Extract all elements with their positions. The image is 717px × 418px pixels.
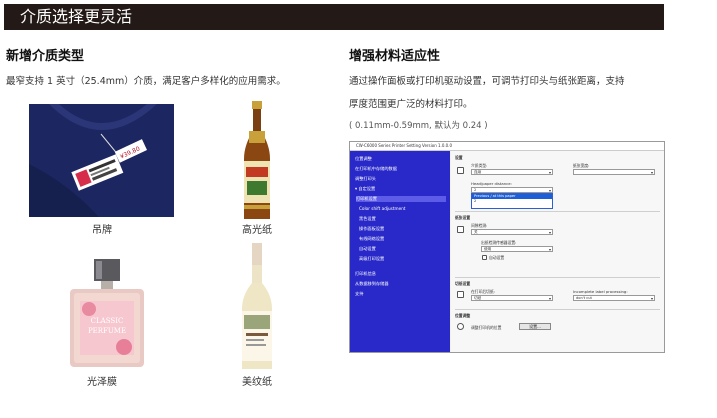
section-cut: 切纸设置 (455, 281, 471, 286)
sidebar-item-move-data[interactable]: 从数据移到存储器 (355, 281, 389, 287)
sidebar-item-position[interactable]: 位置调整 (355, 156, 372, 162)
media-icon (457, 167, 464, 174)
settings-main-panel: 设置 介质类型: 连续 纸张宽度: Head/paper distance: 2… (451, 151, 664, 352)
auto-setting-label: 自动设置 (489, 255, 505, 260)
masking-paper-photo (236, 243, 278, 371)
sidebar-item-panel[interactable]: 操作面板设置 (359, 226, 384, 232)
caption-gloss-film: 光泽膜 (87, 377, 117, 388)
glossy-paper-photo (232, 101, 282, 221)
right-heading: 增强材料适应性 (349, 49, 441, 64)
gap-detect-select[interactable]: 关 (471, 229, 553, 235)
divider (455, 211, 660, 212)
sidebar-item-support[interactable]: 支持 (355, 291, 363, 297)
clock-icon (457, 323, 464, 330)
sensor-icon (457, 226, 464, 233)
sidebar-item-custom[interactable]: ▾ 自定设置 (355, 186, 375, 192)
divider (455, 277, 660, 278)
perfume-label-line2: PERFUME (88, 327, 126, 335)
sidebar-item-advanced[interactable]: 高级打印设置 (359, 256, 384, 262)
sidebar-item-info[interactable]: 打印机信息 (355, 271, 376, 277)
dropdown-option-2[interactable]: 2 (472, 199, 552, 204)
sidebar-item-printer-settings[interactable]: 打印机设置 (356, 196, 446, 202)
incomplete-label-label: Incomplete label processing: (573, 289, 628, 294)
section-paper: 纸张设置 (455, 215, 471, 220)
hang-tag-photo: ¥39.80 (29, 104, 174, 217)
window-title: CW-C6000 Series Printer Setting Version … (350, 142, 664, 151)
printer-setting-window: CW-C6000 Series Printer Setting Version … (349, 141, 665, 353)
auto-setting-checkbox[interactable] (482, 255, 487, 260)
perfume-label-line1: CLASSIC (91, 317, 124, 325)
sensor-setting-select[interactable]: 使用 (481, 246, 553, 252)
cut-after-print-select[interactable]: 切纸 (471, 295, 553, 301)
position-adjust-label: 调整打印机的位置 (471, 325, 502, 330)
settings-sidebar: 位置调整 在打印机中存储的数据 调整打印头 ▾ 自定设置 打印机设置 Color… (350, 151, 450, 352)
paper-width-select[interactable] (573, 169, 655, 175)
section-settings: 设置 (455, 155, 463, 160)
section-banner: 介质选择更灵活 (4, 4, 664, 30)
position-settings-button[interactable]: 设置... (519, 323, 551, 330)
cutter-icon (457, 291, 464, 298)
sidebar-item-black[interactable]: 黑色设置 (359, 216, 376, 222)
sidebar-item-stored-data[interactable]: 在打印机中存储的数据 (355, 166, 397, 172)
left-description: 最窄支持 1 英寸（25.4mm）介质，满足客户多样化的应用需求。 (6, 76, 286, 87)
sidebar-item-head-adjust[interactable]: 调整打印头 (355, 176, 376, 182)
sidebar-item-color-shift[interactable]: Color shift adjustment (359, 206, 405, 211)
gloss-film-photo: CLASSIC PERFUME (64, 257, 150, 369)
section-position: 位置调整 (455, 313, 471, 318)
left-heading: 新增介质类型 (6, 49, 85, 64)
sidebar-item-auto[interactable]: 自动设置 (359, 246, 376, 252)
sidebar-item-network[interactable]: 有线网络设置 (359, 236, 384, 242)
caption-glossy-paper: 高光纸 (242, 225, 272, 236)
incomplete-label-select[interactable]: don't cut (573, 295, 655, 301)
banner-title: 介质选择更灵活 (20, 7, 133, 26)
media-type-select[interactable]: 连续 (471, 169, 553, 175)
right-description-line2: 厚度范围更广泛的材料打印。 (349, 99, 473, 110)
head-distance-label: Head/paper distance: (471, 181, 512, 186)
thickness-note: ( 0.11mm-0.59mm, 默认为 0.24 ) (349, 121, 488, 131)
head-distance-dropdown-list[interactable]: Previous / at this paper 2 (471, 193, 553, 209)
caption-masking-paper: 美纹纸 (242, 377, 272, 388)
caption-hang-tag: 吊牌 (92, 225, 112, 236)
right-description-line1: 通过操作面板或打印机驱动设置，可调节打印头与纸张距离，支持 (349, 76, 625, 87)
divider (455, 309, 660, 310)
